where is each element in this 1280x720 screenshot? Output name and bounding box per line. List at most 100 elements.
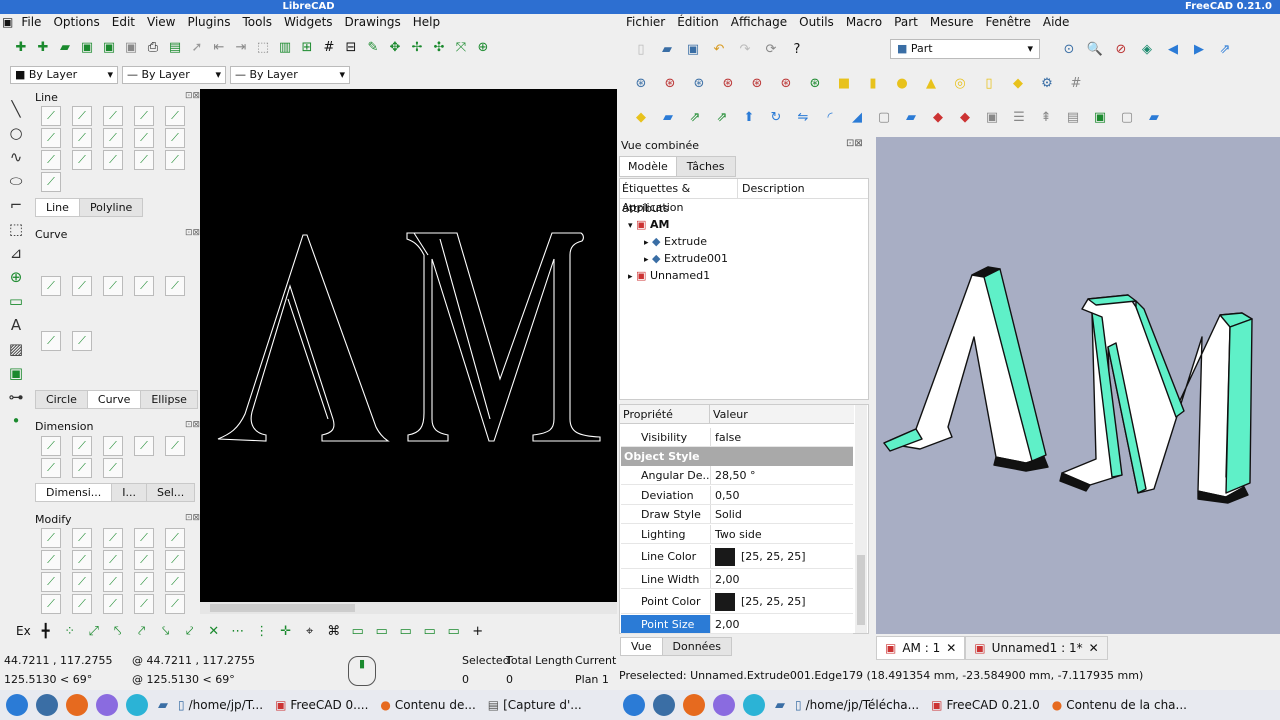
sphere-icon[interactable]: ● <box>893 74 911 92</box>
freecad-3d-view[interactable] <box>876 137 1280 634</box>
modify-tool-icon[interactable]: ⟋ <box>165 572 185 592</box>
line-tool-icon[interactable]: ⟋ <box>134 128 154 148</box>
curve-tool-icon[interactable]: ⟋ <box>41 331 61 351</box>
new-template-icon[interactable]: ✚ <box>34 38 52 56</box>
prop-lighting[interactable]: Lighting Two side <box>621 525 853 544</box>
block-icon[interactable]: ▥ <box>276 38 294 56</box>
view-icon-5[interactable]: ▭ <box>445 622 463 640</box>
back-icon[interactable]: ◀ <box>1164 40 1182 58</box>
modify-tool-icon[interactable]: ⟋ <box>165 550 185 570</box>
torus-icon[interactable]: ◎ <box>951 74 969 92</box>
open-doc-icon[interactable]: ▰ <box>658 40 676 58</box>
box-icon[interactable]: ■ <box>835 74 853 92</box>
curve-tool-icon[interactable]: ⟋ <box>134 276 154 296</box>
line-category-icon[interactable]: ╲ <box>11 100 20 118</box>
task-files[interactable]: ▯/home/jp/T... <box>172 698 269 712</box>
modify-tool-icon[interactable]: ⟋ <box>41 528 61 548</box>
browser-icon[interactable] <box>126 694 148 716</box>
tab-dimension[interactable]: Dimensi... <box>35 483 113 502</box>
layer-combo-linetype[interactable]: — By Layer ▾ <box>230 66 350 84</box>
folder-icon[interactable]: ▰ <box>154 696 172 714</box>
print-icon[interactable]: ⎙ <box>144 38 162 56</box>
restrict-ortho-icon[interactable]: ✛ <box>277 622 295 640</box>
modify-tool-icon[interactable]: ⟋ <box>103 550 123 570</box>
tab-select[interactable]: Sel... <box>146 483 196 502</box>
restrict-h-icon[interactable]: ⋯ <box>229 622 247 640</box>
menu-outils[interactable]: Outils <box>793 14 840 30</box>
task-files[interactable]: ▯/home/jp/Télécha... <box>789 698 925 712</box>
zoom-icon[interactable]: 🔍 <box>1086 40 1104 58</box>
new-icon[interactable]: ✚ <box>12 38 30 56</box>
tab-ellipse[interactable]: Ellipse <box>140 390 198 409</box>
menu-logo-icon[interactable] <box>6 694 28 716</box>
snap-distance-icon[interactable]: ⤦ <box>181 622 199 640</box>
modify-tool-icon[interactable]: ⟋ <box>134 594 154 614</box>
tab-polyline[interactable]: Polyline <box>78 198 144 217</box>
menu-options[interactable]: Options <box>47 14 105 30</box>
section-icon[interactable]: ▣ <box>983 108 1001 126</box>
zoom-out-icon[interactable]: ✣ <box>430 38 448 56</box>
block-category-icon[interactable]: ⊶ <box>9 388 24 406</box>
view-icon-1[interactable]: ▭ <box>349 622 367 640</box>
relative-zero-icon[interactable]: ⌖ <box>301 622 319 640</box>
revolve-icon[interactable]: ↻ <box>767 108 785 126</box>
measure-icon[interactable]: ▢ <box>1118 108 1136 126</box>
projection-icon[interactable]: ▣ <box>1091 108 1109 126</box>
macro-icon-1[interactable]: ⊛ <box>632 74 650 92</box>
macro-icon-7[interactable]: ⊛ <box>806 74 824 92</box>
layer-combo-color[interactable]: ■ By Layer ▾ <box>10 66 118 84</box>
add-icon[interactable]: + <box>469 622 487 640</box>
librecad-drawing-canvas[interactable] <box>200 89 617 602</box>
snap-center-icon[interactable]: ⤤ <box>133 622 151 640</box>
primitives-icon[interactable]: ◆ <box>1009 74 1027 92</box>
color-swatch[interactable] <box>715 592 735 611</box>
collapse-arrow-icon[interactable]: ▸ <box>644 238 649 248</box>
whats-this-icon[interactable]: ? <box>788 40 806 58</box>
save-as-icon[interactable]: ▣ <box>100 38 118 56</box>
tab-curve[interactable]: Curve <box>86 390 142 409</box>
zoom-in-icon[interactable]: ✢ <box>408 38 426 56</box>
modify-tool-icon[interactable]: ⟋ <box>103 572 123 592</box>
menu-plugins[interactable]: Plugins <box>181 14 236 30</box>
modify-tool-icon[interactable]: ⟋ <box>72 594 92 614</box>
ellipse-category-icon[interactable]: ⬭ <box>10 172 23 190</box>
tree-extrude[interactable]: ▸ ◆ Extrude <box>622 233 868 250</box>
forward-icon[interactable]: ▶ <box>1190 40 1208 58</box>
expand-arrow-icon[interactable]: ▾ <box>628 221 633 231</box>
menu-affichage[interactable]: Affichage <box>725 14 793 30</box>
line-tool-icon[interactable]: ⟋ <box>72 106 92 126</box>
prop-draw-style[interactable]: Draw Style Solid <box>621 505 853 524</box>
modify-category-icon[interactable]: ⊕ <box>10 268 23 286</box>
text-category-icon[interactable]: A <box>11 316 21 334</box>
isometric-icon[interactable]: ◈ <box>1138 40 1156 58</box>
tree-header-labels[interactable]: Étiquettes & attributs <box>620 179 738 215</box>
tab-donnees[interactable]: Données <box>661 637 732 656</box>
folder-icon[interactable]: ▰ <box>771 696 789 714</box>
menu-drawings[interactable]: Drawings <box>339 14 407 30</box>
macro-icon-4[interactable]: ⊛ <box>719 74 737 92</box>
close-icon[interactable]: ✕ <box>946 641 956 655</box>
modify-tool-icon[interactable]: ⟋ <box>103 594 123 614</box>
line-tool-icon[interactable]: ⟋ <box>165 128 185 148</box>
polyline-category-icon[interactable]: ⌐ <box>10 196 23 214</box>
menu-logo-icon[interactable] <box>623 694 645 716</box>
prop-visibility[interactable]: Visibility false <box>621 428 853 447</box>
select-icon[interactable]: ⬚ <box>254 38 272 56</box>
make-link-icon[interactable]: ⇗ <box>686 108 704 126</box>
line-tool-icon[interactable]: ⟋ <box>103 106 123 126</box>
close-icon[interactable]: ✕ <box>1089 641 1099 655</box>
create-part-icon[interactable]: ◆ <box>632 108 650 126</box>
view-icon-2[interactable]: ▭ <box>373 622 391 640</box>
line-tool-icon[interactable]: ⟋ <box>103 128 123 148</box>
task-freecad[interactable]: ▣ FreeCAD 0.... <box>269 698 374 712</box>
collapse-arrow-icon[interactable]: ▸ <box>628 272 633 282</box>
print-preview-icon[interactable]: ▤ <box>166 38 184 56</box>
modify-tool-icon[interactable]: ⟋ <box>41 550 61 570</box>
extrude-icon[interactable]: ⬆ <box>740 108 758 126</box>
tree-extrude001[interactable]: ▸ ◆ Extrude001 <box>622 250 868 267</box>
measure-category-icon[interactable]: ▭ <box>9 292 23 310</box>
firefox-icon[interactable] <box>66 694 88 716</box>
tree-doc-am[interactable]: ▾ ▣ AM <box>622 216 868 233</box>
web-app-icon[interactable] <box>713 694 735 716</box>
draft-icon[interactable]: ⊟ <box>342 38 360 56</box>
